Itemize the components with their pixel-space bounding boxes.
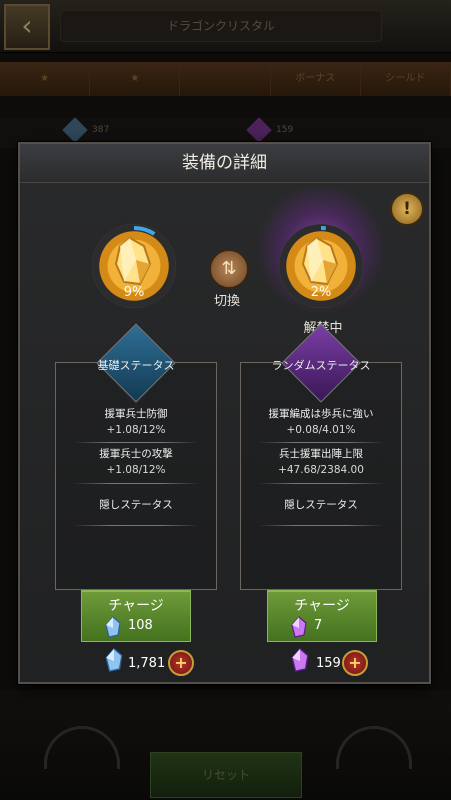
random-charge-button[interactable]: チャージ 7 (267, 590, 377, 642)
base-charge-button[interactable]: チャージ 108 (81, 590, 191, 642)
divider (73, 442, 199, 443)
divider (258, 525, 384, 526)
random-stat-2-value: +47.68/2384.00 (278, 464, 364, 476)
equipment-detail-dialog: 装備の詳細 ! 9% ⇅ 切換 2% 解禁中 基礎ステータス 援軍兵士防御 +1… (18, 142, 431, 684)
charge-label: チャージ (294, 598, 350, 614)
random-hidden-stats: 隠しステータス (284, 499, 358, 511)
base-hidden-stats: 隠しステータス (99, 499, 173, 511)
random-stats-header: ランダムステータス (271, 359, 371, 372)
swap-icon: ⇅ (221, 258, 237, 279)
info-button[interactable]: ! (390, 192, 424, 226)
base-gem-percent: 9% (123, 285, 145, 300)
base-stat-2-name: 援軍兵士の攻撃 (99, 448, 173, 460)
base-stat-1-name: 援軍兵士防御 (104, 408, 168, 420)
charge-label: チャージ (108, 598, 164, 614)
divider (258, 442, 384, 443)
blue-crystal-icon (105, 616, 121, 638)
progress-arc (133, 226, 156, 236)
random-stat-2-name: 兵士援軍出陣上限 (279, 448, 363, 460)
base-stat-1-value: +1.08/12% (106, 424, 166, 436)
divider (73, 525, 199, 526)
charge-cost: 7 (314, 618, 323, 633)
random-stat-1-name: 援軍編成は歩兵に強い (268, 408, 374, 420)
random-stat-1-value: +0.08/4.01% (286, 424, 356, 436)
plus-icon: + (174, 653, 188, 672)
divider (258, 483, 384, 484)
dialog-title: 装備の詳細 (20, 144, 429, 183)
exclamation-icon: ! (403, 199, 411, 219)
switch-button[interactable]: ⇅ (209, 249, 249, 289)
add-blue-crystals-button[interactable]: + (168, 650, 194, 676)
charge-cost: 108 (128, 618, 153, 633)
base-stat-2-value: +1.08/12% (106, 464, 166, 476)
owned-blue-crystals: 1,781 (128, 656, 166, 671)
add-purple-crystals-button[interactable]: + (342, 650, 368, 676)
divider (73, 483, 199, 484)
blue-crystal-icon (105, 647, 123, 672)
purple-crystal-icon (291, 616, 307, 638)
plus-icon: + (348, 653, 362, 672)
owned-purple-crystals: 159 (316, 656, 341, 671)
random-gem-percent: 2% (310, 285, 332, 300)
base-stats-header: 基礎ステータス (97, 359, 175, 372)
purple-crystal-icon (291, 647, 309, 672)
switch-label: 切換 (213, 294, 240, 309)
